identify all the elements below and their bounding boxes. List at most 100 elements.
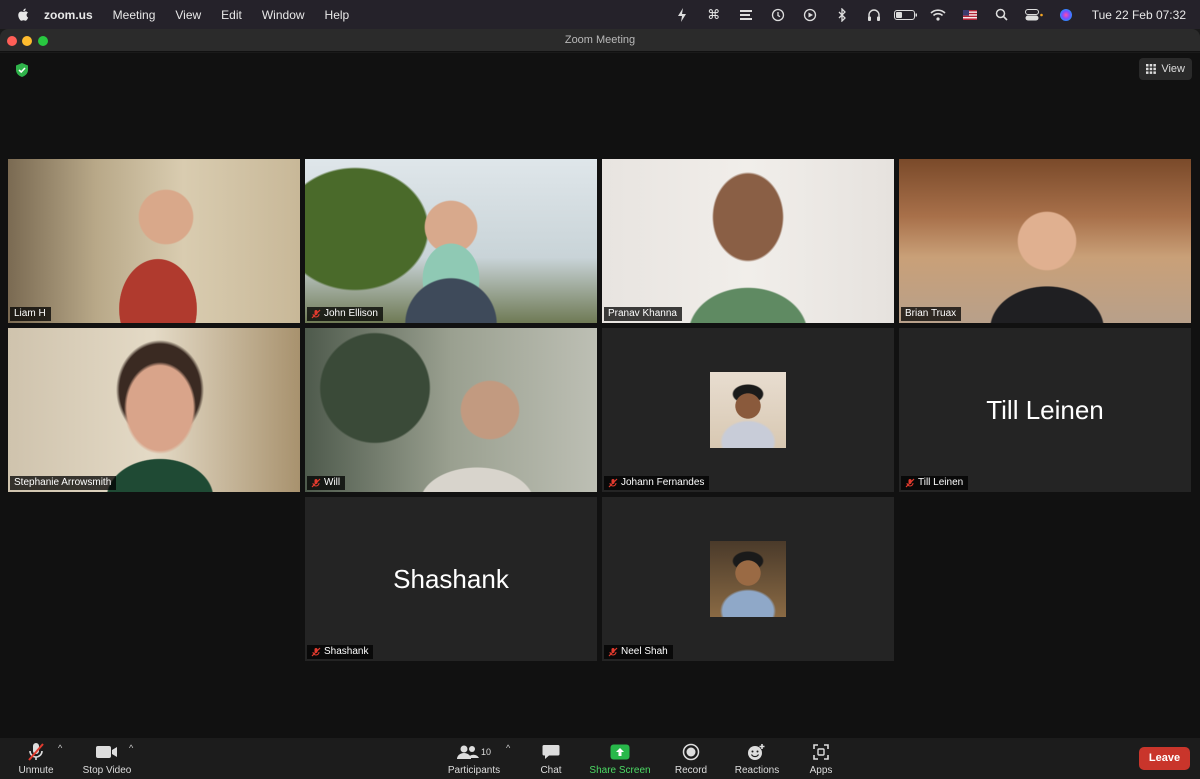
view-button-label: View [1161, 63, 1185, 75]
participant-name: Brian Truax [905, 308, 957, 319]
participant-name: Stephanie Arrowsmith [14, 477, 112, 488]
menu-app-name[interactable]: zoom.us [44, 8, 93, 22]
stop-video-label: Stop Video [82, 765, 132, 776]
menubar-clock[interactable]: Tue 22 Feb 07:32 [1092, 8, 1186, 22]
participant-name: John Ellison [324, 308, 378, 319]
video-feed [8, 159, 300, 323]
menu-meeting[interactable]: Meeting [113, 8, 156, 22]
window-titlebar: Zoom Meeting [0, 29, 1200, 52]
participant-name: Neel Shah [621, 646, 668, 657]
bluetooth-icon[interactable] [826, 0, 858, 29]
zoom-window: Zoom Meeting View Liam H John Ellison Pr… [0, 29, 1200, 779]
apps-icon [781, 741, 861, 763]
apps-button[interactable]: Apps [781, 741, 861, 776]
chat-button[interactable]: Chat [511, 741, 591, 776]
video-camera-icon [67, 741, 147, 763]
participants-icon [456, 745, 479, 759]
unmute-label: Unmute [18, 765, 54, 776]
muted-mic-icon [311, 478, 321, 488]
menu-edit[interactable]: Edit [221, 8, 242, 22]
minimize-window-button[interactable] [22, 36, 32, 46]
command-icon[interactable]: ⌘ [698, 0, 730, 29]
participants-button[interactable]: 10 Participants [434, 741, 514, 776]
participant-count-badge: 10 [480, 747, 491, 757]
muted-mic-icon [905, 478, 915, 488]
wifi-icon[interactable] [922, 0, 954, 29]
chat-bubble-icon [511, 741, 591, 763]
participant-name-tag: Till Leinen [901, 476, 969, 490]
participant-name-tag: Brian Truax [901, 307, 962, 321]
close-window-button[interactable] [7, 36, 17, 46]
menu-window[interactable]: Window [262, 8, 305, 22]
participant-avatar [710, 541, 786, 617]
participant-name: Till Leinen [918, 477, 964, 488]
video-tile-johann-fernandes[interactable]: Johann Fernandes [602, 328, 894, 492]
muted-mic-icon [311, 647, 321, 657]
audio-options-caret-icon[interactable]: ^ [58, 743, 62, 753]
play-icon[interactable] [794, 0, 826, 29]
view-button[interactable]: View [1139, 58, 1192, 80]
spotlight-search-icon[interactable] [986, 0, 1018, 29]
participants-icon-wrap: 10 [434, 741, 514, 763]
meeting-stage: View Liam H John Ellison Pranav Khanna B… [0, 53, 1200, 738]
video-tile-till-leinen[interactable]: Till Leinen Till Leinen [899, 328, 1191, 492]
participant-name: Pranav Khanna [608, 308, 677, 319]
video-feed [305, 328, 597, 492]
us-flag-icon[interactable] [954, 0, 986, 29]
fullscreen-window-button[interactable] [38, 36, 48, 46]
muted-mic-icon [608, 478, 618, 488]
grid-icon [1146, 64, 1157, 74]
menu-bar: zoom.us Meeting View Edit Window Help ⌘ … [0, 0, 1200, 29]
participant-name-tag: Liam H [10, 307, 51, 321]
participant-name-tag: Pranav Khanna [604, 307, 682, 321]
window-title: Zoom Meeting [564, 34, 636, 46]
video-tile-john-ellison[interactable]: John Ellison [305, 159, 597, 323]
video-tile-brian-truax[interactable]: Brian Truax [899, 159, 1191, 323]
share-screen-label: Share Screen [589, 765, 651, 776]
headphones-icon[interactable] [858, 0, 890, 29]
participants-options-caret-icon[interactable]: ^ [506, 743, 510, 753]
menu-help[interactable]: Help [325, 8, 350, 22]
share-screen-icon [580, 741, 660, 763]
participant-name-tag: Stephanie Arrowsmith [10, 476, 117, 490]
participant-name-tag: Johann Fernandes [604, 476, 710, 490]
video-feed [899, 159, 1191, 323]
participant-name-tag: John Ellison [307, 307, 383, 321]
participant-name-tag: Neel Shah [604, 645, 673, 659]
unmute-button[interactable]: Unmute [0, 741, 76, 776]
notes-icon[interactable] [730, 0, 762, 29]
control-center-icon[interactable] [1018, 0, 1050, 29]
video-options-caret-icon[interactable]: ^ [129, 743, 133, 753]
time-machine-icon[interactable] [762, 0, 794, 29]
apple-icon[interactable] [14, 7, 30, 23]
share-screen-button[interactable]: Share Screen [580, 741, 660, 776]
participant-avatar [710, 372, 786, 448]
participant-display-name: Till Leinen [986, 394, 1104, 425]
chat-label: Chat [540, 765, 562, 776]
video-tile-neel-shah[interactable]: Neel Shah [602, 497, 894, 661]
leave-button[interactable]: Leave [1139, 747, 1190, 770]
meeting-toolbar: Unmute ^ Stop Video ^ 10 Participants ^ … [0, 738, 1200, 779]
video-tile-stephanie-arrowsmith[interactable]: Stephanie Arrowsmith [8, 328, 300, 492]
video-tile-will[interactable]: Will [305, 328, 597, 492]
video-tile-liam-h[interactable]: Liam H [8, 159, 300, 323]
siri-icon[interactable] [1050, 0, 1082, 29]
stop-video-button[interactable]: Stop Video [67, 741, 147, 776]
participant-name-tag: Shashank [307, 645, 374, 659]
participant-name: Will [324, 477, 341, 488]
apps-label: Apps [809, 765, 833, 776]
video-tile-pranav-khanna[interactable]: Pranav Khanna [602, 159, 894, 323]
bolt-icon[interactable] [666, 0, 698, 29]
video-tile-shashank[interactable]: Shashank Shashank [305, 497, 597, 661]
participant-name: Shashank [324, 646, 369, 657]
menu-view[interactable]: View [175, 8, 201, 22]
encryption-shield-icon[interactable] [14, 62, 30, 78]
video-feed [8, 328, 300, 492]
participant-name: Johann Fernandes [621, 477, 705, 488]
participants-label: Participants [447, 765, 501, 776]
muted-mic-icon [608, 647, 618, 657]
battery-icon[interactable] [890, 0, 922, 29]
participant-name-tag: Will [307, 476, 346, 490]
video-feed [305, 159, 597, 323]
video-feed [602, 159, 894, 323]
